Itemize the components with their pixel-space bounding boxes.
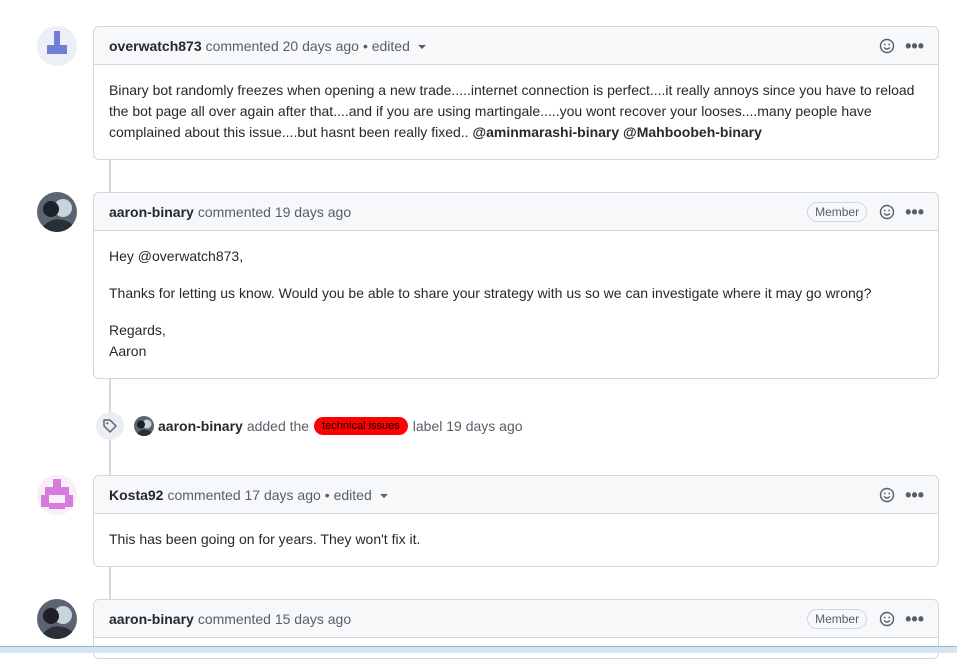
member-badge: Member xyxy=(807,202,868,222)
event-suffix: label 19 days ago xyxy=(412,418,523,434)
issue-label[interactable]: technical issues xyxy=(314,417,408,435)
edited-label: • edited xyxy=(324,486,372,503)
event-action: added the xyxy=(246,418,310,434)
comment-header: aaron-binary commented 19 days ago Membe… xyxy=(94,193,938,231)
comment: aaron-binary commented 19 days ago Membe… xyxy=(93,192,939,379)
comment-actions: ••• xyxy=(879,476,924,514)
avatar[interactable] xyxy=(37,192,77,232)
comment: Kosta92 commented 17 days ago • edited •… xyxy=(93,475,939,567)
smiley-icon[interactable] xyxy=(879,38,895,54)
member-badge: Member xyxy=(807,609,868,629)
avatar[interactable] xyxy=(37,26,77,66)
avatar[interactable] xyxy=(37,475,77,515)
tag-icon-badge xyxy=(96,412,124,440)
caret-down-icon xyxy=(379,493,388,498)
timeline-line xyxy=(109,379,111,412)
identicon-avatar-icon xyxy=(37,475,77,515)
timeline-line xyxy=(109,567,111,599)
user-photo-icon xyxy=(37,599,77,639)
edited-dropdown[interactable]: • edited xyxy=(363,38,426,54)
comment-text: Thanks for letting us know. Would you be… xyxy=(109,285,872,301)
comment-header: aaron-binary commented 15 days ago Membe… xyxy=(94,600,938,638)
comment-actions: ••• xyxy=(879,27,924,65)
edited-dropdown[interactable]: • edited xyxy=(325,487,388,503)
label-event: aaron-binary added the technical issues … xyxy=(96,412,523,440)
comment-body: This has been going on for years. They w… xyxy=(94,514,938,565)
user-mention[interactable]: @overwatch873 xyxy=(138,248,239,264)
comment-author[interactable]: Kosta92 xyxy=(109,487,163,503)
kebab-horizontal-icon[interactable]: ••• xyxy=(905,486,924,504)
smiley-icon[interactable] xyxy=(879,487,895,503)
comment-body: Binary bot randomly freezes when opening… xyxy=(94,65,938,158)
comment-author[interactable]: overwatch873 xyxy=(109,38,202,54)
identicon-avatar-icon xyxy=(37,26,77,66)
comment-header: overwatch873 commented 20 days ago • edi… xyxy=(94,27,938,65)
comment-header: Kosta92 commented 17 days ago • edited •… xyxy=(94,476,938,514)
comment-timestamp[interactable]: commented 19 days ago xyxy=(198,204,351,220)
avatar[interactable] xyxy=(37,599,77,639)
comment-timestamp[interactable]: commented 15 days ago xyxy=(198,611,351,627)
user-mention[interactable]: @Mahboobeh-binary xyxy=(623,124,762,140)
comment-timestamp[interactable]: commented 17 days ago xyxy=(167,487,320,503)
event-actor[interactable]: aaron-binary xyxy=(158,418,243,434)
user-mention[interactable]: @aminmarashi-binary xyxy=(472,124,619,140)
edited-label: • edited xyxy=(362,37,410,54)
tag-icon xyxy=(103,419,117,433)
smiley-icon[interactable] xyxy=(879,611,895,627)
kebab-horizontal-icon[interactable]: ••• xyxy=(905,37,924,55)
comment-text: Regards, Aaron xyxy=(109,322,166,359)
comment-timestamp[interactable]: commented 20 days ago xyxy=(206,38,359,54)
comment-actions: Member ••• xyxy=(807,193,924,231)
comment: overwatch873 commented 20 days ago • edi… xyxy=(93,26,939,160)
comment-text: Binary bot randomly freezes when opening… xyxy=(109,82,915,140)
comment-text: This has been going on for years. They w… xyxy=(109,531,421,547)
kebab-horizontal-icon[interactable]: ••• xyxy=(905,610,924,628)
comment-actions: Member ••• xyxy=(807,600,924,638)
mini-avatar[interactable] xyxy=(134,416,154,436)
kebab-horizontal-icon[interactable]: ••• xyxy=(905,203,924,221)
comment-author[interactable]: aaron-binary xyxy=(109,611,194,627)
comment-text: Hey @overwatch873, xyxy=(109,248,244,264)
comment-author[interactable]: aaron-binary xyxy=(109,204,194,220)
user-photo-icon xyxy=(134,416,154,436)
smiley-icon[interactable] xyxy=(879,204,895,220)
timeline-line xyxy=(109,160,111,192)
comment-body: Hey @overwatch873, Thanks for letting us… xyxy=(94,231,938,377)
caret-down-icon xyxy=(417,44,426,49)
timeline-line xyxy=(109,440,111,475)
user-photo-icon xyxy=(37,192,77,232)
